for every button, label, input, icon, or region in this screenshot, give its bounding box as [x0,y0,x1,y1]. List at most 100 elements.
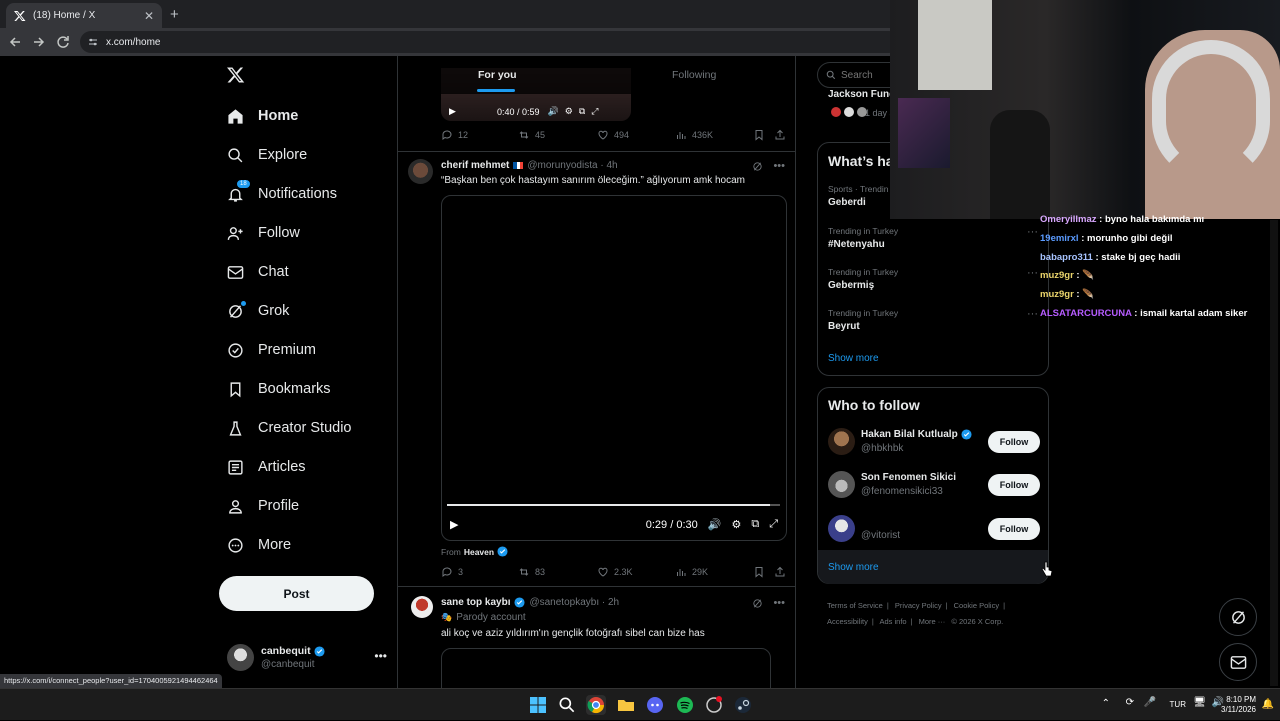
more-dots-icon[interactable]: ··· [1027,267,1038,279]
bookmark-icon[interactable] [753,566,765,578]
pip-icon[interactable]: ⧉ [579,106,585,117]
like-button[interactable]: 2.3K [597,566,633,578]
views-button[interactable]: 436K [675,129,713,141]
video-progress-bar[interactable] [447,504,780,506]
follow-button[interactable]: Follow [988,518,1040,540]
reload-icon[interactable] [55,34,71,50]
volume-icon[interactable]: 🔊 [708,518,722,531]
messages-floating-button[interactable] [1219,643,1257,681]
like-button[interactable]: 494 [597,129,629,141]
nav-grok[interactable]: Grok [227,296,289,326]
forward-arrow-icon[interactable] [31,34,47,50]
steam-icon[interactable] [733,695,753,715]
bookmark-icon[interactable] [753,129,765,141]
follow-button[interactable]: Follow [988,431,1040,453]
spotify-icon[interactable] [675,695,695,715]
nav-follow[interactable]: Follow [227,218,300,248]
media-preview[interactable] [441,648,771,688]
share-icon[interactable] [774,566,786,578]
notification-bell-icon[interactable]: 🔔 [1262,699,1274,710]
search-icon[interactable] [557,695,577,715]
account-switcher[interactable]: canbequit @canbequit ••• [227,643,387,673]
follow-suggestion[interactable]: @vitorist Follow [828,512,1040,552]
more-dots-icon[interactable]: ••• [773,160,785,172]
footer-link[interactable]: Accessibility [827,617,868,626]
more-dots-icon[interactable]: ••• [374,649,387,663]
trend-name[interactable]: Beyrut [828,321,860,332]
microphone-icon[interactable]: 🎤 [1144,697,1156,708]
folder-icon[interactable] [616,695,636,715]
show-more-link[interactable]: Show more [828,353,879,364]
more-dots-icon[interactable]: ··· [1027,226,1038,238]
top-card-title[interactable]: Jackson Fune [828,89,895,100]
nav-more[interactable]: More [227,530,291,560]
repost-button[interactable]: 83 [518,566,545,578]
nav-notifications[interactable]: 18 Notifications [227,178,337,209]
footer-link[interactable]: Cookie Policy [954,601,999,610]
fullscreen-icon[interactable]: ⤢ [769,518,778,531]
author-handle[interactable]: @sanetopkaybı [529,597,599,608]
settings-icon[interactable]: ⚙ [731,518,741,531]
windows-start-icon[interactable] [528,695,548,715]
new-tab-icon[interactable]: + [170,6,179,23]
footer-link[interactable]: Terms of Service [827,601,883,610]
trend-name[interactable]: #Netenyahu [828,239,885,250]
show-more-link[interactable]: Show more [828,562,879,573]
share-icon[interactable] [774,129,786,141]
site-settings-icon[interactable] [88,37,98,47]
discord-icon[interactable] [645,695,665,715]
trend-name[interactable]: Geberdi [828,197,866,208]
author-handle[interactable]: @morunyodista [527,160,597,171]
footer-link[interactable]: More ··· [919,617,946,626]
tweet-time[interactable]: 4h [606,160,617,171]
more-dots-icon[interactable]: ··· [1027,308,1038,320]
reply-button[interactable]: 12 [441,129,468,141]
show-more-row[interactable]: Show more [818,550,1048,584]
chrome-icon[interactable] [586,695,606,715]
x-logo-icon[interactable] [227,66,245,84]
footer-link[interactable]: Privacy Policy [895,601,942,610]
reply-button[interactable]: 3 [441,566,463,578]
nav-bookmarks[interactable]: Bookmarks [227,374,331,404]
more-dots-icon[interactable]: ••• [773,597,785,609]
follow-suggestion[interactable]: Hakan Bilal Kutlualp @hbkhbk Follow [828,425,1040,465]
nav-articles[interactable]: Articles [227,452,306,482]
browser-tab[interactable]: (18) Home / X ✕ [6,3,162,28]
grok-icon[interactable] [752,161,763,172]
footer-link[interactable]: Ads info [879,617,906,626]
scrollbar[interactable] [1270,220,1278,686]
settings-icon[interactable]: ⚙ [565,106,573,117]
views-button[interactable]: 29K [675,566,708,578]
play-icon[interactable]: ▶ [449,106,461,117]
network-icon[interactable]: 🖥 [1193,697,1206,708]
chevron-up-icon[interactable]: ⌃ [1102,698,1110,709]
avatar[interactable] [408,159,433,184]
tweet-time[interactable]: 2h [608,597,619,608]
author-name[interactable]: cherif mehmet [441,160,509,171]
nav-creator-studio[interactable]: Creator Studio [227,413,352,443]
tab-following[interactable]: Following [672,69,716,81]
address-bar[interactable]: x.com/home [80,31,900,53]
clock[interactable]: 8:10 PM 3/11/2026 [1221,695,1256,715]
follow-suggestion[interactable]: Son Fenomen Sikici @fenomensikici33 Foll… [828,468,1040,508]
language-indicator[interactable]: TUR [1170,700,1186,709]
nav-premium[interactable]: Premium [227,335,316,365]
repost-button[interactable]: 45 [518,129,545,141]
app-icon[interactable] [704,695,724,715]
close-tab-icon[interactable]: ✕ [144,9,154,23]
play-icon[interactable]: ▶ [450,518,458,531]
author-name[interactable]: sane top kaybı [441,597,510,608]
tab-for-you[interactable]: For you [478,69,517,81]
back-arrow-icon[interactable] [7,34,23,50]
trend-name[interactable]: Gebermiş [828,280,874,291]
nav-explore[interactable]: Explore [227,140,307,170]
follow-button[interactable]: Follow [988,474,1040,496]
grok-icon[interactable] [752,598,763,609]
sync-icon[interactable]: ⟳ [1126,697,1134,708]
avatar[interactable] [411,596,433,618]
nav-profile[interactable]: Profile [227,491,299,521]
volume-icon[interactable]: 🔊 [548,106,559,117]
pip-icon[interactable]: ⧉ [751,518,759,531]
nav-chat[interactable]: Chat [227,257,289,287]
grok-floating-button[interactable] [1219,598,1257,636]
